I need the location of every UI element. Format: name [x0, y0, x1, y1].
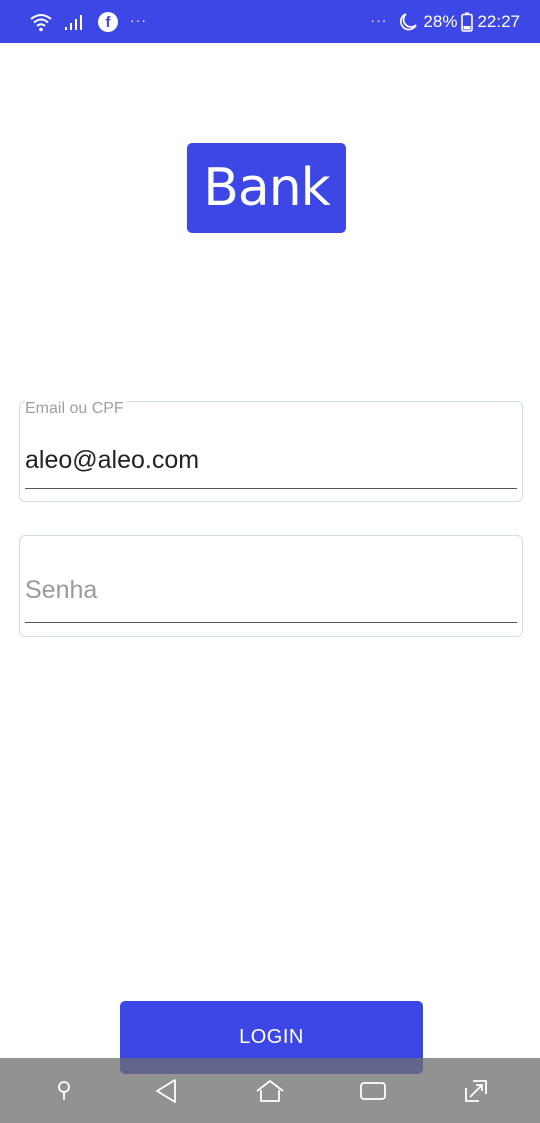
back-icon[interactable]: [145, 1069, 189, 1113]
password-field-underline: [25, 622, 517, 623]
email-field[interactable]: Email ou CPF aleo@aleo.com: [19, 400, 523, 502]
facebook-icon: f: [98, 11, 118, 32]
battery-icon: [461, 12, 474, 32]
status-bar: f ··· ··· 28% 22:27: [0, 0, 540, 43]
navigation-bar: [0, 1058, 540, 1123]
email-field-label: Email ou CPF: [25, 400, 126, 418]
recents-icon[interactable]: [351, 1069, 395, 1113]
signal-icon: [64, 13, 86, 31]
pin-icon[interactable]: [42, 1069, 86, 1113]
email-field-underline: [25, 488, 517, 489]
more-status-icon: ···: [370, 11, 388, 28]
home-icon[interactable]: [248, 1069, 292, 1113]
password-field[interactable]: Senha: [19, 535, 523, 637]
more-notifications-icon: ···: [130, 11, 147, 28]
expand-icon[interactable]: [454, 1069, 498, 1113]
email-field-value[interactable]: aleo@aleo.com: [25, 446, 199, 475]
status-bar-right: ··· 28% 22:27: [370, 12, 520, 32]
clock: 22:27: [477, 11, 520, 31]
status-bar-left: f ···: [30, 11, 147, 32]
moon-icon: [397, 12, 419, 32]
password-field-placeholder[interactable]: Senha: [25, 576, 97, 605]
wifi-icon: [30, 12, 52, 32]
bank-logo: Bank: [187, 143, 346, 233]
login-screen: f ··· ··· 28% 22:27 Bank Email ou CPF al…: [0, 0, 540, 1123]
battery-percent: 28%: [423, 11, 458, 31]
